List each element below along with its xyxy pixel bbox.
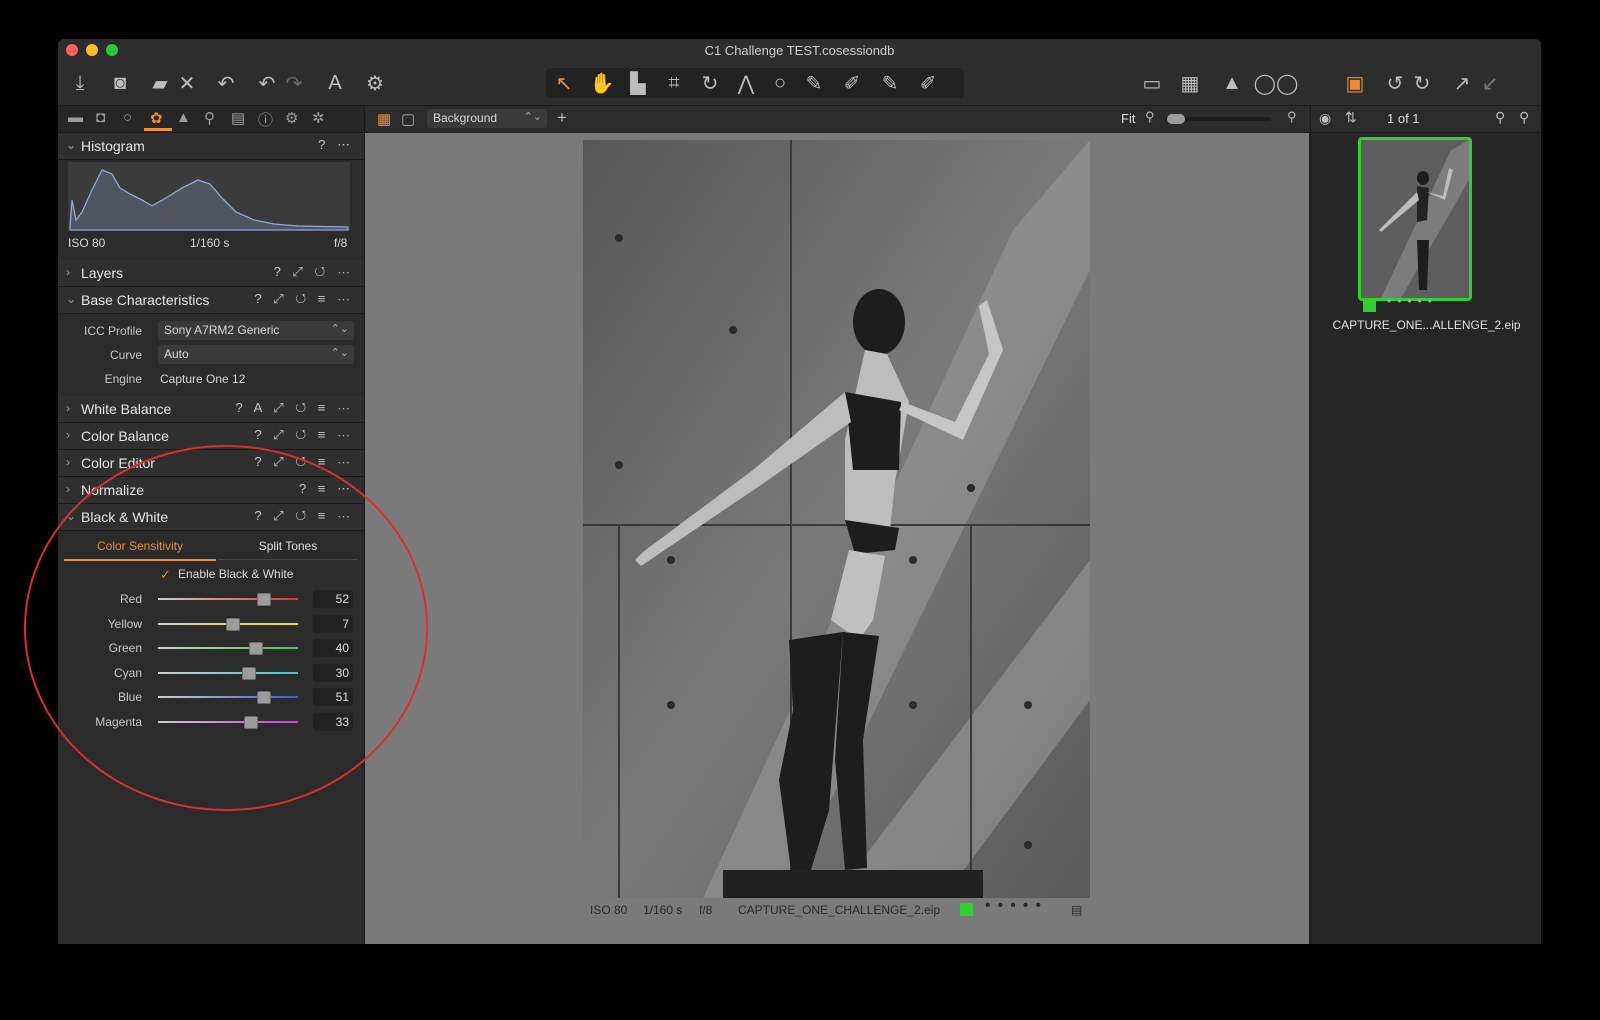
annotation-circle: [24, 445, 428, 811]
